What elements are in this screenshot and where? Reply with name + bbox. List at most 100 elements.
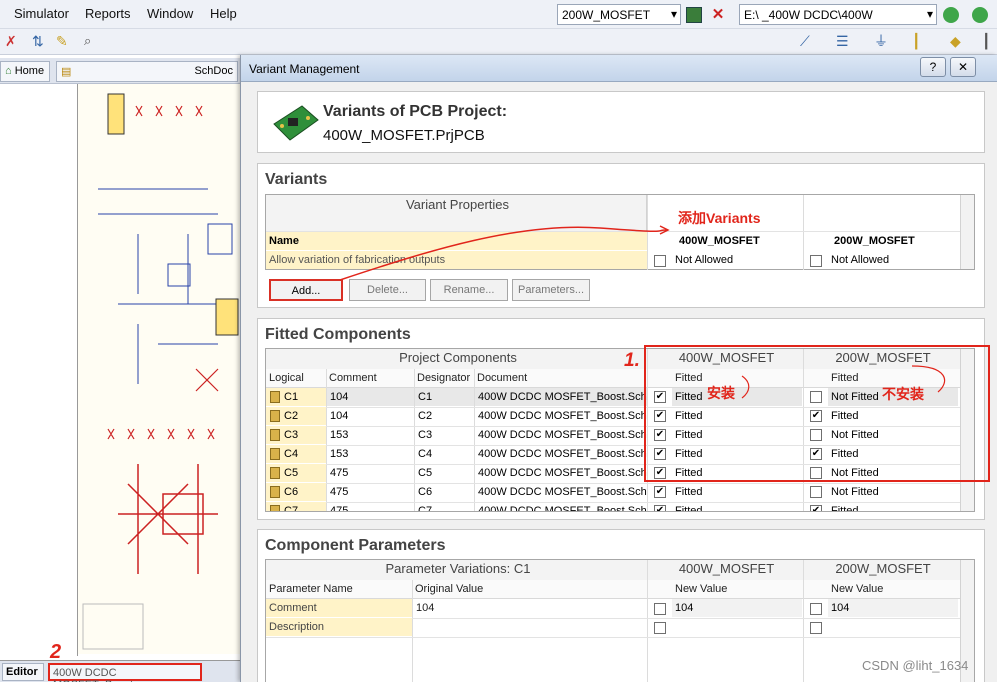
param-checkbox-4[interactable]	[810, 622, 822, 634]
fitted-checkbox-v2[interactable]	[810, 429, 822, 441]
dialog-title: Variant Management	[249, 62, 360, 76]
variant1-header: 400W_MOSFET	[647, 349, 803, 369]
param-checkbox-3[interactable]	[654, 622, 666, 634]
more-icon[interactable]: ┃	[982, 34, 997, 50]
pencil-icon[interactable]: ✎	[56, 34, 72, 50]
fitted-status-v1: Fitted	[675, 429, 703, 441]
component-icon	[270, 391, 280, 403]
path-combo[interactable]: E:\ _400W DCDC\400W ▾	[739, 4, 937, 25]
fitted-checkbox-v2[interactable]	[810, 467, 822, 479]
variant1-name[interactable]: 400W_MOSFET	[676, 232, 802, 250]
rename-button[interactable]: Rename...	[430, 279, 508, 301]
toolbar: ✗ ⇅ ✎ ⌕ ⟋ ☰ ⏚ ┃ ◆ ┃	[0, 29, 997, 55]
param-new-value-2[interactable]: 104	[828, 599, 958, 617]
variants-scrollbar[interactable]	[960, 195, 974, 269]
component-comment: 153	[330, 429, 349, 441]
inspect-icon[interactable]: ⌕	[84, 34, 100, 50]
col-new-value-2[interactable]: New Value	[803, 580, 960, 599]
dialog-titlebar: Variant Management ? ✕	[241, 55, 997, 82]
variant-combo[interactable]: 200W_MOSFET ▾	[557, 4, 681, 25]
tab-schdoc[interactable]: ▤ SchDoc	[56, 61, 238, 82]
fitted-checkbox-v2[interactable]: ✔	[810, 505, 822, 511]
fitted-checkbox-v2[interactable]	[810, 486, 822, 498]
component-designator: C5	[418, 467, 433, 479]
param-new-value-1[interactable]: 104	[672, 599, 802, 617]
menu-window[interactable]: Window	[147, 6, 193, 21]
menu-reports[interactable]: Reports	[85, 6, 131, 21]
param-checkbox-2[interactable]	[810, 603, 822, 615]
tab-home[interactable]: ⌂ Home	[0, 61, 50, 82]
fitted-status-v1: Fitted	[672, 388, 802, 406]
back-icon[interactable]	[943, 7, 959, 23]
fitted-checkbox-v1[interactable]: ✔	[654, 448, 666, 460]
fitted-checkbox-v1[interactable]: ✔	[654, 505, 666, 511]
menu-help[interactable]: Help	[210, 6, 237, 21]
col-original-value[interactable]: Original Value	[412, 580, 647, 599]
delete-icon[interactable]: ✕	[710, 7, 726, 23]
allow-variation-checkbox-1[interactable]	[654, 255, 666, 267]
component-comment: 475	[330, 467, 349, 479]
clear-icon[interactable]: ✗	[5, 34, 21, 50]
col-comment[interactable]: Comment	[326, 369, 414, 388]
variant2-header: 200W_MOSFET	[803, 349, 960, 369]
component-document: 400W DCDC MOSFET_Boost.SchD	[478, 467, 647, 479]
tab-editor[interactable]: Editor	[2, 663, 44, 681]
chevron-down-icon: ▾	[670, 7, 677, 21]
fitted-checkbox-v1[interactable]: ✔	[654, 467, 666, 479]
fitted-components-heading: Fitted Components	[265, 326, 411, 343]
port-icon[interactable]: ◆	[950, 34, 966, 50]
parameters-button[interactable]: Parameters...	[512, 279, 590, 301]
fitted-status-v2: Not Fitted	[831, 429, 879, 441]
param-variant2-header: 200W_MOSFET	[803, 560, 960, 580]
forward-icon[interactable]	[972, 7, 988, 23]
component-icon	[270, 467, 280, 479]
col-parameter-name[interactable]: Parameter Name	[266, 580, 412, 599]
delete-button[interactable]: Delete...	[349, 279, 426, 301]
component-document: 400W DCDC MOSFET_Boost.SchD	[478, 410, 647, 422]
add-button[interactable]: Add...	[269, 279, 343, 301]
component-icon	[270, 448, 280, 460]
sort-icon[interactable]: ⇅	[32, 34, 48, 50]
ground-icon[interactable]: ⏚	[874, 34, 890, 50]
variant2-name[interactable]: 200W_MOSFET	[831, 232, 959, 250]
fitted-checkbox-v2[interactable]: ✔	[810, 410, 822, 422]
document-tabs: ⌂ Home ▤ SchDoc	[0, 58, 240, 84]
variants-section: Variants Variant Properties Name 400W_MO…	[257, 163, 985, 308]
component-designator: C2	[418, 410, 433, 422]
chip-icon[interactable]	[686, 7, 702, 23]
home-icon: ⌂	[5, 65, 12, 77]
fitted-checkbox-v1[interactable]: ✔	[654, 486, 666, 498]
fabrication-value-2: Not Allowed	[831, 254, 890, 266]
component-document: 400W DCDC MOSFET_Boost.SchD	[475, 388, 647, 406]
param-orig-comment: 104	[416, 602, 435, 614]
fitted-scrollbar[interactable]	[960, 349, 974, 511]
component-icon	[270, 429, 280, 441]
tab-schematic-doc[interactable]: 400W DCDC MOSFET_Boost	[48, 663, 202, 682]
allow-variation-checkbox-2[interactable]	[810, 255, 822, 267]
fitted-checkbox-v2[interactable]	[810, 391, 822, 403]
power-port-icon[interactable]: ┃	[912, 34, 928, 50]
param-variant1-header: 400W_MOSFET	[647, 560, 803, 580]
fitted-status-v2: Not Fitted	[831, 467, 879, 479]
col-document[interactable]: Document	[474, 369, 647, 388]
fitted-checkbox-v1[interactable]: ✔	[654, 429, 666, 441]
variants-heading: Variants	[265, 171, 328, 188]
help-button[interactable]: ?	[920, 57, 946, 77]
name-label: Name	[266, 232, 647, 250]
col-designator[interactable]: Designator	[414, 369, 474, 388]
bus-icon[interactable]: ☰	[836, 34, 852, 50]
col-new-value-1[interactable]: New Value	[647, 580, 803, 599]
component-comment: 153	[330, 448, 349, 460]
annotation-step-1: 1.	[624, 350, 640, 371]
fitted-checkbox-v1[interactable]: ✔	[654, 410, 666, 422]
menu-simulator[interactable]: Simulator	[14, 6, 69, 21]
chart-icon[interactable]: ⟋	[800, 34, 816, 50]
col-logical[interactable]: Logical	[266, 369, 326, 388]
param-checkbox-1[interactable]	[654, 603, 666, 615]
close-button[interactable]: ✕	[950, 57, 976, 77]
schematic-canvas[interactable]	[78, 84, 243, 654]
fabrication-value-1: Not Allowed	[675, 254, 734, 266]
fitted-checkbox-v2[interactable]: ✔	[810, 448, 822, 460]
schematic-drawing	[78, 84, 243, 654]
fitted-checkbox-v1[interactable]: ✔	[654, 391, 666, 403]
